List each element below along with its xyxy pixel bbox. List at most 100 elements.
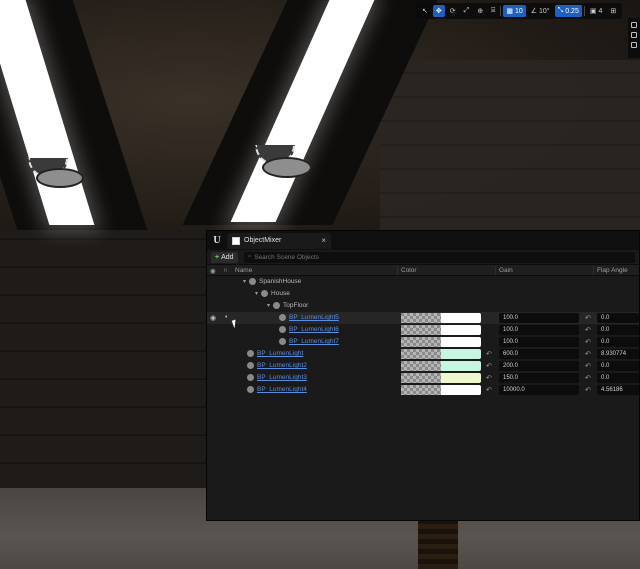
viewport-maximize-icon[interactable] (631, 42, 637, 48)
reset-to-default-icon[interactable]: ↶ (585, 314, 591, 322)
maximize-button[interactable]: ⊞ (607, 5, 619, 17)
flap-angle-field[interactable]: 0.0 (597, 337, 639, 347)
row-name[interactable]: BP_LumenLight4 (247, 386, 307, 393)
column-divider[interactable] (593, 266, 594, 275)
column-gain[interactable]: Gain (499, 267, 513, 274)
gain-field[interactable]: 100.0 (499, 337, 579, 347)
viewport-layout-icon[interactable] (631, 32, 637, 38)
gain-field[interactable]: 150.0 (499, 373, 579, 383)
row-name[interactable]: BP_LumenLight (247, 350, 303, 357)
reset-to-default-icon[interactable]: ↶ (486, 374, 492, 382)
expand-arrow-icon[interactable]: ▾ (255, 290, 258, 297)
list-item[interactable]: BP_LumenLight3 ↶ 150.0 ↶ 0.0 (207, 372, 639, 384)
list-item[interactable]: ◉ • BP_LumenLight5 100.0 ↶ 0.0 (207, 312, 639, 324)
column-divider[interactable] (397, 266, 398, 275)
column-name[interactable]: Name (235, 267, 252, 274)
search-input[interactable] (254, 253, 455, 261)
close-icon[interactable]: × (321, 236, 326, 245)
solo-dot-icon[interactable]: • (225, 314, 227, 321)
row-name[interactable]: BP_LumenLight3 (247, 374, 307, 381)
gain-field[interactable]: 100.0 (499, 325, 579, 335)
color-swatch[interactable] (401, 373, 481, 383)
row-label: BP_LumenLight (257, 350, 304, 357)
light-fixture-icon[interactable] (36, 168, 84, 188)
color-swatch[interactable] (401, 361, 481, 371)
flap-angle-field[interactable]: 0.0 (597, 373, 639, 383)
flap-angle-field[interactable]: 0.0 (597, 313, 639, 323)
flap-angle-field[interactable]: 0.0 (597, 325, 639, 335)
color-swatch[interactable] (401, 313, 481, 323)
visibility-eye-icon[interactable]: ◉ (210, 314, 216, 322)
color-swatch[interactable] (401, 325, 481, 335)
list-item[interactable]: BP_LumenLight4 ↶ 10000.0 ↶ 4.56186 (207, 384, 639, 396)
tab-title: ObjectMixer (244, 237, 282, 244)
viewport-options-icon[interactable] (631, 22, 637, 28)
row-name[interactable]: ▾ House (255, 290, 290, 297)
color-solid (441, 361, 481, 371)
staircase (418, 518, 458, 569)
row-name[interactable]: ▾ TopFloor (267, 302, 308, 309)
color-solid (441, 385, 481, 395)
reset-to-default-icon[interactable]: ↶ (585, 386, 591, 394)
list-item[interactable]: BP_LumenLight6 100.0 ↶ 0.0 (207, 324, 639, 336)
world-button[interactable]: ⊕ (474, 5, 486, 17)
row-name[interactable]: BP_LumenLight7 (279, 338, 339, 345)
color-swatch[interactable] (401, 337, 481, 347)
reset-to-default-icon[interactable]: ↶ (585, 362, 591, 370)
grid-snap-button[interactable]: ▦ 10 (503, 5, 526, 17)
color-solid (441, 313, 481, 323)
list-item[interactable]: BP_LumenLight7 100.0 ↶ 0.0 (207, 336, 639, 348)
list-item[interactable]: ▾ House (207, 288, 639, 300)
add-button[interactable]: + Add (211, 251, 238, 263)
surface-snap-button[interactable]: ⌸ (488, 5, 498, 17)
color-swatch[interactable] (401, 349, 481, 359)
column-color[interactable]: Color (401, 267, 417, 274)
reset-to-default-icon[interactable]: ↶ (486, 386, 492, 394)
expand-arrow-icon[interactable]: ▾ (243, 278, 246, 285)
move-button[interactable]: ✥ (432, 5, 445, 17)
list-item[interactable]: ▾ TopFloor (207, 300, 639, 312)
angle-snap-button[interactable]: ∠ 10° (528, 5, 553, 17)
flap-angle-field[interactable]: 4.56186 (597, 385, 639, 395)
reset-to-default-icon[interactable]: ↶ (486, 362, 492, 370)
camera-speed-button[interactable]: ▣ 4 (587, 5, 606, 17)
reset-to-default-icon[interactable]: ↶ (486, 350, 492, 358)
row-name[interactable]: BP_LumenLight5 (279, 314, 339, 321)
row-name[interactable]: BP_LumenLight2 (247, 362, 307, 369)
rotate-button[interactable]: ⟳ (447, 5, 459, 17)
gain-field[interactable]: 10000.0 (499, 385, 579, 395)
light-fixture-icon[interactable] (262, 157, 312, 178)
toolbar-value: 4 (598, 7, 603, 15)
world-icon: ⊕ (477, 8, 484, 15)
flap-angle-field[interactable]: 0.0 (597, 361, 639, 371)
list-item[interactable]: BP_LumenLight ↶ 600.0 ↶ 8.930774 (207, 348, 639, 360)
visibility-column-icon[interactable]: ◉ (210, 267, 216, 275)
list-item[interactable]: ▾ SpanishHouse (207, 276, 639, 288)
scale-snap-button[interactable]: ⤡ 0.25 (554, 5, 582, 17)
row-name[interactable]: ▾ SpanishHouse (243, 278, 301, 285)
gain-field[interactable]: 600.0 (499, 349, 579, 359)
add-label: Add (221, 253, 234, 261)
row-name[interactable]: BP_LumenLight6 (279, 326, 339, 333)
solo-column-icon[interactable]: ∩ (223, 267, 228, 274)
flap-angle-field[interactable]: 8.930774 (597, 349, 639, 359)
reset-to-default-icon[interactable]: ↶ (585, 338, 591, 346)
angle-snap-icon: ∠ (530, 8, 538, 15)
gain-field[interactable]: 200.0 (499, 361, 579, 371)
gain-field[interactable]: 100.0 (499, 313, 579, 323)
reset-to-default-icon[interactable]: ↶ (585, 350, 591, 358)
search-box[interactable]: ⌕ (243, 251, 635, 263)
color-solid (441, 325, 481, 335)
column-divider[interactable] (495, 266, 496, 275)
tab-objectmixer[interactable]: ObjectMixer × (227, 232, 331, 249)
reset-to-default-icon[interactable]: ↶ (585, 326, 591, 334)
expand-arrow-icon[interactable]: ▾ (267, 302, 270, 309)
column-flap-angle[interactable]: Flap Angle (597, 267, 628, 274)
color-swatch[interactable] (401, 385, 481, 395)
list-item[interactable]: BP_LumenLight2 ↶ 200.0 ↶ 0.0 (207, 360, 639, 372)
unreal-logo-icon: U (213, 235, 221, 246)
scale-button[interactable]: ⤢ (461, 5, 473, 17)
reset-to-default-icon[interactable]: ↶ (585, 374, 591, 382)
select-arrow-button[interactable]: ↖ (419, 5, 431, 17)
viewport-toolbar: ↖ ✥ ⟳ ⤢ ⊕ ⌸ ▦ 10 ∠ 10° ⤡ 0.25 ▣ 4 ⊞ (416, 3, 623, 19)
